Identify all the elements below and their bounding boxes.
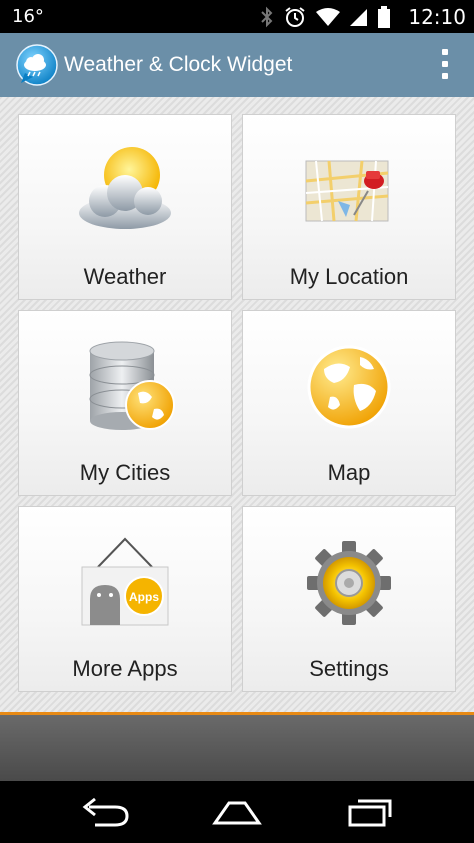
signal-icon: [350, 9, 367, 26]
menu-grid: Weather My Location My Cities Map Apps M…: [0, 97, 474, 712]
action-bar: Weather & Clock Widget: [0, 33, 474, 97]
gear-icon: [307, 541, 391, 625]
overflow-menu-button[interactable]: [440, 49, 450, 79]
app-logo-icon: [16, 44, 58, 86]
weather-cloud-sun-icon: [79, 147, 171, 229]
back-icon[interactable]: [75, 795, 135, 829]
tile-more-apps-label: More Apps: [72, 656, 178, 681]
globe-icon: [307, 345, 391, 429]
tile-weather[interactable]: Weather: [18, 114, 232, 300]
tile-map[interactable]: Map: [242, 310, 456, 496]
tile-more-apps[interactable]: Apps More Apps: [18, 506, 232, 692]
tile-settings[interactable]: Settings: [242, 506, 456, 692]
status-bar: 16° 12:10: [0, 0, 474, 33]
tile-my-cities-label: My Cities: [79, 460, 171, 485]
svg-text:Apps: Apps: [129, 590, 159, 604]
tile-weather-label: Weather: [83, 264, 167, 289]
tile-my-cities[interactable]: My Cities: [18, 310, 232, 496]
tile-my-location-label: My Location: [289, 264, 409, 289]
app-title: Weather & Clock Widget: [64, 53, 293, 76]
map-pin-icon: [305, 160, 389, 222]
wifi-icon: [316, 8, 340, 26]
bluetooth-icon: [261, 6, 273, 28]
clock-time: 12:10: [408, 5, 466, 29]
temperature-indicator: 16°: [12, 6, 44, 27]
battery-icon: [378, 6, 390, 28]
tile-settings-label: Settings: [309, 656, 389, 681]
overflow-dot-icon: [442, 49, 448, 55]
overflow-dot-icon: [442, 73, 448, 79]
tile-my-location[interactable]: My Location: [242, 114, 456, 300]
database-globe-icon: [89, 341, 175, 430]
home-icon[interactable]: [207, 795, 267, 829]
navigation-bar: [0, 781, 474, 843]
ad-banner-area: [0, 715, 474, 781]
alarm-icon: [285, 7, 305, 27]
recents-icon[interactable]: [340, 795, 400, 829]
tile-map-label: Map: [327, 460, 371, 485]
status-icons: [260, 6, 390, 28]
overflow-dot-icon: [442, 61, 448, 67]
apps-sign-icon: Apps: [81, 537, 169, 626]
